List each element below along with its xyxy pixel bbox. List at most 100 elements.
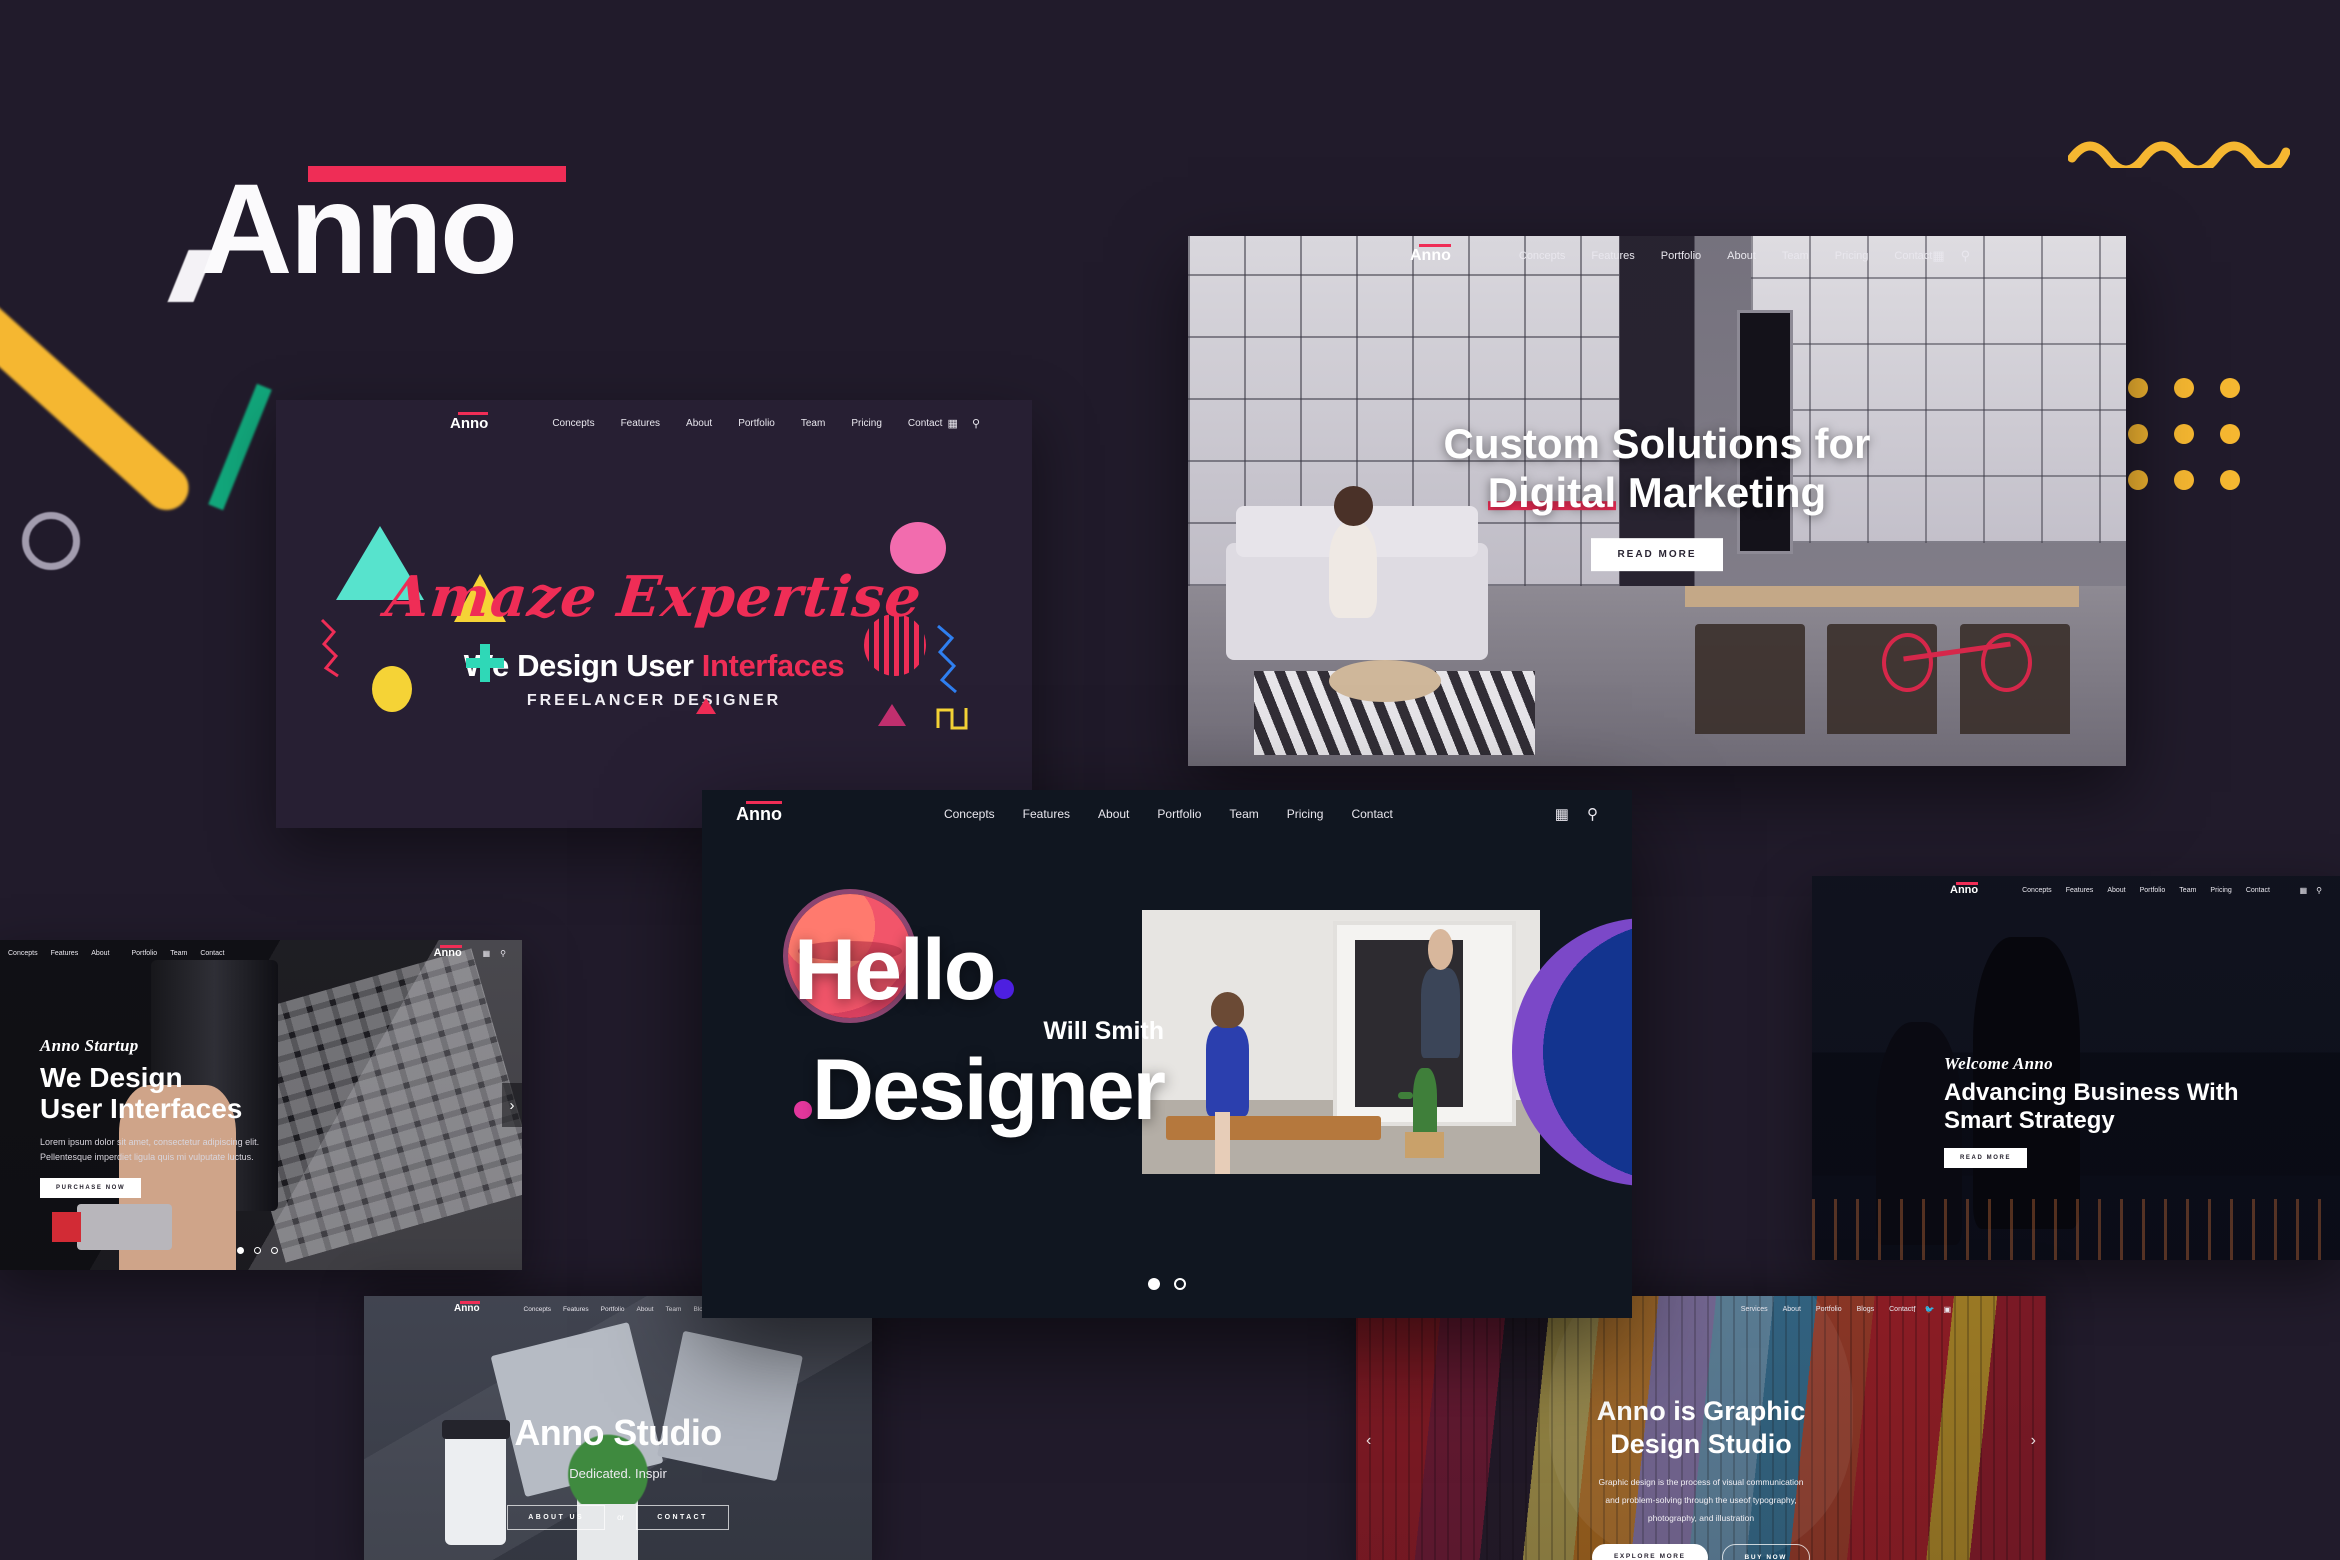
explore-more-button[interactable]: EXPLORE MORE (1591, 1544, 1708, 1560)
bench-decor (1165, 1115, 1381, 1140)
brand-accent-underline (458, 411, 489, 415)
carousel-prev-button[interactable]: ‹ (1366, 1432, 1371, 1450)
carousel-dot[interactable] (270, 1247, 278, 1254)
nav-item-concepts[interactable]: Concepts (552, 418, 594, 429)
grid-icon[interactable]: ▦ (1555, 805, 1569, 823)
navbar-brand[interactable]: Anno (736, 801, 782, 823)
nav-item-portfolio[interactable]: Portfolio (1157, 807, 1201, 821)
nav-item-pricing[interactable]: Pricing (1287, 807, 1324, 821)
carousel-next-button[interactable]: › (502, 1083, 522, 1127)
nav-item-contact[interactable]: Contact (1351, 807, 1392, 821)
site-card-welcome-anno[interactable]: Anno Concepts Features About Portfolio T… (1812, 876, 2340, 1260)
read-more-button[interactable]: READ MORE (1944, 1147, 2028, 1168)
search-icon[interactable]: ⚲ (500, 949, 506, 958)
nav-item-portfolio[interactable]: Portfolio (132, 950, 158, 957)
search-icon[interactable]: ⚲ (1587, 805, 1598, 823)
purchase-now-button[interactable]: PURCHASE NOW (40, 1178, 142, 1199)
nav-item-contact[interactable]: Contact (908, 418, 942, 429)
nav-item-pricing[interactable]: Pricing (1835, 250, 1869, 262)
nav-item-portfolio[interactable]: Portfolio (2140, 887, 2166, 894)
navbar-brand[interactable]: Anno (1950, 881, 1979, 896)
site-card-digital-marketing[interactable]: Anno Concepts Features Portfolio About T… (1188, 236, 2126, 766)
headline-line-2: User Interfaces (40, 1093, 243, 1125)
headline-underlined-word: Interfaces (110, 1093, 243, 1125)
carousel-next-button[interactable]: › (2031, 1432, 2036, 1450)
nav-item-contact[interactable]: Contact (1894, 250, 1932, 262)
nav-item-team[interactable]: Team (170, 950, 187, 957)
navbar-brand[interactable]: Anno (454, 1301, 480, 1314)
nav-item-features[interactable]: Features (51, 950, 79, 957)
search-icon[interactable]: ⚲ (1961, 248, 1971, 264)
grid-icon[interactable]: ▦ (483, 949, 491, 958)
paragraph-line-3: photography, and illustration (1647, 1513, 1755, 1524)
nav-item-services[interactable]: Services (1741, 1306, 1768, 1313)
navbar-brand[interactable]: Anno (450, 411, 489, 431)
nav-item-about[interactable]: About (637, 1306, 654, 1313)
nav-item-portfolio[interactable]: Portfolio (1661, 250, 1701, 262)
search-icon[interactable]: ⚲ (972, 417, 980, 430)
nav-item-concepts[interactable]: Concepts (2022, 887, 2052, 894)
carousel-dot[interactable] (253, 1247, 261, 1254)
nav-item-contact[interactable]: Contact (2246, 887, 2270, 894)
nav-item-about[interactable]: About (1098, 807, 1129, 821)
nav-item-features[interactable]: Features (2066, 887, 2094, 894)
twitter-icon[interactable]: 🐦 (1924, 1305, 1934, 1314)
headline-accent: Interfaces (701, 648, 845, 683)
nav-item-portfolio[interactable]: Portfolio (1816, 1306, 1842, 1313)
grid-icon[interactable]: ▦ (948, 417, 958, 430)
nav-item-team[interactable]: Team (2179, 887, 2196, 894)
headline-rest: Marketing (1616, 469, 1827, 517)
nav-item-concepts[interactable]: Concepts (524, 1306, 551, 1313)
nav-item-team[interactable]: Team (666, 1306, 682, 1313)
nav-item-about[interactable]: About (91, 950, 109, 957)
site-card-graphic-design-studio[interactable]: . Services About Portfolio Blogs Contact… (1356, 1296, 2046, 1560)
site-card-amaze-expertise[interactable]: Anno Concepts Features About Portfolio T… (276, 400, 1032, 828)
navbar-tools: ▦ ⚲ (2300, 886, 2322, 895)
hero-subhead: FREELANCER DESIGNER (526, 692, 782, 709)
nav-item-concepts[interactable]: Concepts (1519, 250, 1565, 262)
grid-icon[interactable]: ▦ (2300, 886, 2308, 895)
navbar-brand[interactable]: Anno (1410, 244, 1451, 264)
about-us-button[interactable]: ABOUT US (507, 1505, 606, 1530)
nav-item-concepts[interactable]: Concepts (944, 807, 995, 821)
nav-item-about[interactable]: About (686, 418, 712, 429)
navbar: Anno Concepts Features About Portfolio T… (276, 400, 1032, 446)
yellow-diagonal-bar-decor (0, 285, 198, 520)
nav-item-pricing[interactable]: Pricing (2210, 887, 2231, 894)
nav-item-features[interactable]: Features (1591, 250, 1634, 262)
nav-item-pricing[interactable]: Pricing (851, 418, 882, 429)
nav-item-about[interactable]: About (1783, 1306, 1801, 1313)
read-more-button[interactable]: READ MORE (1591, 538, 1723, 572)
facebook-icon[interactable]: f (1913, 1305, 1915, 1314)
nav-item-features[interactable]: Features (1023, 807, 1070, 821)
contact-button[interactable]: CONTACT (636, 1505, 729, 1530)
nav-item-contact[interactable]: Contact (200, 950, 224, 957)
carousel-dot-active[interactable] (1148, 1278, 1160, 1290)
nav-item-concepts[interactable]: Concepts (8, 950, 38, 957)
nav-item-about[interactable]: About (2107, 887, 2125, 894)
site-card-anno-studio[interactable]: Anno Concepts Features Portfolio About T… (364, 1296, 872, 1560)
site-card-hello-designer[interactable]: Anno Concepts Features About Portfolio T… (702, 790, 1632, 1318)
carousel-dot[interactable] (1174, 1278, 1186, 1290)
nav-item-features[interactable]: Features (621, 418, 660, 429)
nav-item-team[interactable]: Team (801, 418, 825, 429)
nav-item-team[interactable]: Team (1229, 807, 1258, 821)
buy-now-button[interactable]: BUY NOW (1721, 1544, 1811, 1560)
nav-item-features[interactable]: Features (563, 1306, 589, 1313)
grid-icon[interactable]: ▦ (1932, 248, 1944, 264)
nav-item-team[interactable]: Team (1782, 250, 1809, 262)
nav-item-blogs[interactable]: Blogs (1857, 1306, 1875, 1313)
nav-item-portfolio[interactable]: Portfolio (601, 1306, 625, 1313)
nav-item-portfolio[interactable]: Portfolio (738, 418, 775, 429)
hero: Custom Solutions for Digital Marketing R… (1188, 419, 2126, 572)
nav-item-contact[interactable]: Contact (1889, 1306, 1913, 1313)
instagram-icon[interactable]: ▣ (1943, 1305, 1951, 1314)
site-card-anno-startup[interactable]: Concepts Features About Anno Portfolio T… (0, 940, 522, 1270)
ring-outline-decor (22, 512, 80, 570)
hero: Welcome Anno Advancing Business With Sma… (1944, 1054, 2239, 1168)
carousel-dot-active[interactable] (236, 1247, 244, 1254)
teal-slash-decor (208, 383, 272, 511)
nav-item-about[interactable]: About (1727, 250, 1756, 262)
navbar-brand[interactable]: Anno (434, 944, 462, 959)
search-icon[interactable]: ⚲ (2316, 886, 2322, 895)
